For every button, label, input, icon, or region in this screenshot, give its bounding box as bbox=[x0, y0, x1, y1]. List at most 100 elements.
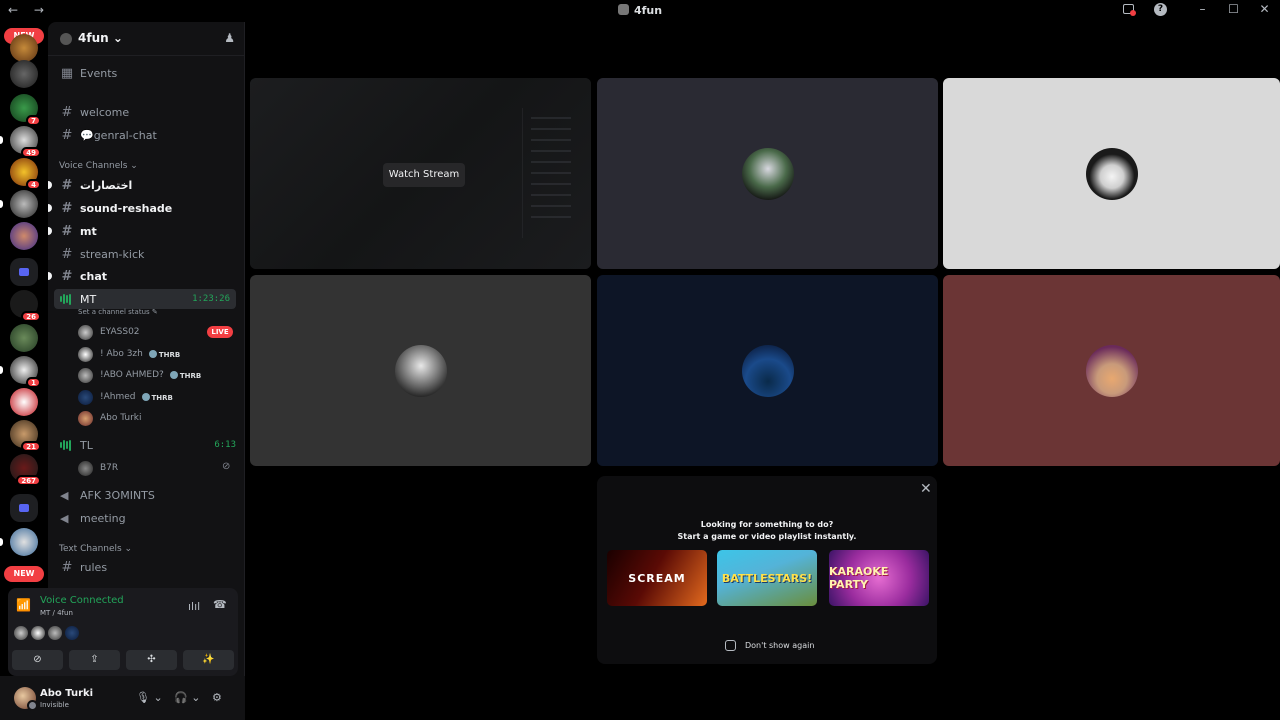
avatar[interactable] bbox=[14, 626, 28, 640]
participant-tile[interactable] bbox=[250, 275, 591, 466]
voice-member[interactable]: EYASS02 bbox=[78, 323, 140, 341]
channel-label: 💬genral-chat bbox=[80, 128, 157, 142]
activities-button[interactable]: ✣ bbox=[126, 650, 177, 670]
voice-member[interactable]: !Ahmed THRB bbox=[78, 388, 173, 406]
server-icon[interactable] bbox=[10, 222, 38, 250]
participant-tile[interactable] bbox=[597, 275, 938, 466]
microphone-icon[interactable]: 🎙 ⌄ bbox=[136, 691, 163, 704]
soundboard-button[interactable]: ✨ bbox=[183, 650, 234, 670]
hash-icon: # bbox=[61, 246, 73, 262]
voice-channel-afk[interactable]: ◀ AFK 3OMINTS bbox=[60, 485, 240, 505]
channel-welcome[interactable]: # welcome bbox=[60, 102, 240, 122]
member-name: Abo Turki bbox=[100, 413, 142, 423]
mention-badge: 49 bbox=[21, 147, 41, 158]
channel-genral-chat[interactable]: # 💬genral-chat bbox=[60, 125, 240, 145]
mention-badge: 4 bbox=[26, 179, 41, 190]
server-folder-icon[interactable] bbox=[10, 494, 38, 522]
server-icon[interactable]: 4 bbox=[10, 158, 41, 190]
headset-icon[interactable]: 🎧 ⌄ bbox=[174, 691, 200, 704]
inbox-icon[interactable] bbox=[1123, 4, 1136, 16]
server-icon[interactable] bbox=[10, 388, 38, 416]
dont-show-again[interactable]: Don't show again bbox=[725, 640, 814, 651]
stream-tile[interactable]: Watch Stream bbox=[250, 78, 591, 269]
participant-tile[interactable] bbox=[943, 275, 1280, 466]
activity-scream[interactable]: SCREAM bbox=[607, 550, 707, 606]
avatar bbox=[741, 147, 794, 200]
invite-icon[interactable]: ♟ bbox=[224, 31, 235, 45]
help-icon[interactable]: ? bbox=[1154, 2, 1167, 16]
server-icon[interactable] bbox=[10, 60, 38, 88]
hash-icon: # bbox=[61, 127, 73, 143]
text-channels-category[interactable]: Text Channels ⌄ bbox=[59, 544, 132, 554]
member-name: EYASS02 bbox=[100, 327, 140, 337]
activity-heading: Looking for something to do? bbox=[700, 520, 834, 529]
server-header[interactable]: 4fun ⌄ ♟ bbox=[48, 22, 245, 56]
skull-icon bbox=[148, 349, 157, 358]
channel-label: meeting bbox=[80, 511, 126, 525]
server-folder-icon[interactable] bbox=[10, 258, 38, 286]
channel-stream-kick[interactable]: # stream-kick bbox=[60, 244, 240, 264]
user-name[interactable]: Abo Turki bbox=[40, 688, 93, 699]
server-icon[interactable]: 49 bbox=[0, 126, 41, 158]
events-item[interactable]: ▦ Events bbox=[60, 63, 240, 83]
close-icon[interactable]: ✕ bbox=[920, 481, 932, 497]
close-button[interactable]: ✕ bbox=[1249, 2, 1280, 16]
channel-label: stream-kick bbox=[80, 247, 145, 261]
screen-share-button[interactable]: ⇪ bbox=[69, 650, 120, 670]
dont-show-label: Don't show again bbox=[745, 641, 815, 650]
channel-rules[interactable]: # rules bbox=[60, 557, 240, 577]
title-bar: ← → 4fun ? – ☐ ✕ bbox=[0, 0, 1280, 22]
voice-activity-icon bbox=[60, 293, 72, 305]
server-icon[interactable] bbox=[0, 528, 38, 556]
server-icon[interactable]: 1 bbox=[0, 356, 41, 388]
channel-sound-reshade[interactable]: # sound-reshade bbox=[48, 198, 240, 218]
activity-subheading: Start a game or video playlist instantly… bbox=[677, 532, 857, 541]
avatar[interactable] bbox=[31, 626, 45, 640]
channel-status-prompt[interactable]: Set a channel status ✎ bbox=[78, 308, 158, 316]
checkbox[interactable] bbox=[725, 640, 736, 651]
server-icon[interactable] bbox=[10, 324, 38, 352]
server-icon[interactable] bbox=[0, 190, 38, 218]
disconnect-icon[interactable]: ☎ bbox=[213, 598, 227, 611]
member-name: !Ahmed bbox=[100, 392, 136, 402]
server-icon[interactable]: 7 bbox=[10, 94, 41, 126]
participant-tile[interactable] bbox=[597, 78, 938, 269]
voice-member[interactable]: ! Abo 3zh THRB bbox=[78, 345, 180, 363]
hash-icon: # bbox=[61, 223, 73, 239]
live-badge: LIVE bbox=[207, 326, 233, 338]
server-icon[interactable]: 26 bbox=[10, 290, 41, 322]
activity-battlestars[interactable]: BATTLESTARS! bbox=[717, 550, 817, 606]
skull-icon bbox=[141, 392, 150, 401]
channel-chat[interactable]: # chat bbox=[48, 266, 240, 286]
channel-mt[interactable]: # mt bbox=[48, 221, 240, 241]
noise-suppression-icon[interactable]: ılıl bbox=[188, 600, 200, 613]
maximize-button[interactable]: ☐ bbox=[1218, 2, 1249, 16]
server-icon[interactable] bbox=[10, 34, 38, 62]
voice-member[interactable]: Abo Turki bbox=[78, 409, 141, 427]
voice-channel-tl[interactable]: TL 6:13 bbox=[60, 435, 240, 455]
server-deafened-icon: ⊘ bbox=[222, 461, 231, 472]
user-avatar[interactable] bbox=[14, 687, 38, 711]
mention-badge: 26 bbox=[21, 311, 41, 322]
channel-arabic[interactable]: # اختصارات bbox=[48, 175, 240, 195]
server-name[interactable]: 4fun ⌄ bbox=[78, 31, 123, 45]
voice-channel-meeting[interactable]: ◀ meeting bbox=[60, 508, 240, 528]
avatar[interactable] bbox=[65, 626, 79, 640]
avatar[interactable] bbox=[48, 626, 62, 640]
server-icon[interactable]: 267 bbox=[10, 454, 41, 486]
skull-icon bbox=[169, 370, 178, 379]
voice-channels-category[interactable]: Voice Channels ⌄ bbox=[59, 161, 138, 171]
server-icon[interactable]: 21 bbox=[10, 420, 41, 452]
voice-channel-mt[interactable]: MT 1:23:26 bbox=[54, 289, 236, 309]
activity-karaoke-party[interactable]: KARAOKE PARTY bbox=[829, 550, 929, 606]
voice-connected-title[interactable]: Voice Connected bbox=[40, 595, 124, 606]
watch-stream-button[interactable]: Watch Stream bbox=[383, 163, 465, 187]
participant-tile[interactable] bbox=[943, 78, 1280, 269]
voice-member[interactable]: !ABO AHMED? THRB bbox=[78, 366, 201, 384]
settings-icon[interactable]: ⚙ bbox=[212, 691, 222, 704]
server-icon bbox=[617, 4, 629, 15]
camera-off-button[interactable]: ⊘ bbox=[12, 650, 63, 670]
voice-member[interactable]: B7R bbox=[78, 459, 118, 477]
voice-connected-subtitle[interactable]: MT / 4fun bbox=[40, 609, 73, 617]
minimize-button[interactable]: – bbox=[1187, 2, 1218, 16]
